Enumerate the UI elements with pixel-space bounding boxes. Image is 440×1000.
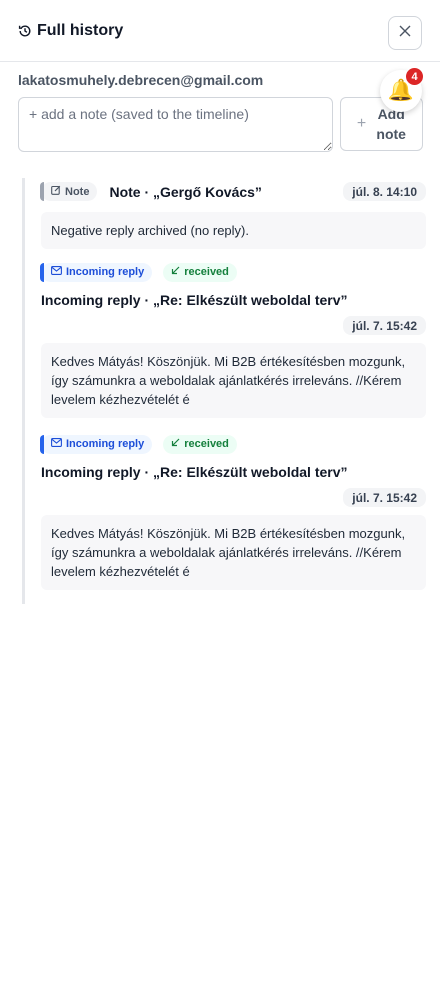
status-label: received [184,438,229,450]
arrow-down-left-icon [171,266,180,278]
close-button[interactable] [388,16,422,50]
entry-type-label: Incoming reply [66,266,145,278]
entry-body: Negative reply archived (no reply). [41,212,426,249]
entry-body: Kedves Mátyás! Köszönjük. Mi B2B értékes… [41,343,426,418]
panel-title: Full history [37,21,124,39]
timeline: Note Note · „Gergő Kovács” júl. 8. 14:10… [22,178,426,604]
mail-icon [51,266,62,278]
entry-date: júl. 7. 15:42 [343,316,426,335]
received-status-badge: received [163,262,237,282]
incoming-type-badge: Incoming reply [39,262,153,282]
history-icon [18,24,32,38]
close-icon [399,24,411,42]
entry-body: Kedves Mátyás! Köszönjük. Mi B2B értékes… [41,515,426,590]
notification-count-badge: 4 [405,67,424,86]
received-status-badge: received [163,434,237,454]
timeline-entry: Incoming reply received Incoming reply ·… [39,434,426,590]
entry-date: júl. 8. 14:10 [343,182,426,201]
mail-icon [51,438,62,450]
entry-date: júl. 7. 15:42 [343,488,426,507]
entry-type-label: Incoming reply [66,438,145,450]
arrow-down-left-icon [171,438,180,450]
timeline-entry: Note Note · „Gergő Kovács” júl. 8. 14:10… [39,181,426,249]
panel-header: Full history [0,0,440,62]
entry-type-label: Note [65,185,90,198]
entry-title: Note · „Gergő Kovács” [109,183,262,200]
contact-email: lakatosmuhely.debrecen@gmail.com [18,72,264,88]
note-input[interactable] [18,97,333,152]
timeline-entry: Incoming reply received Incoming reply ·… [39,262,426,418]
status-label: received [184,266,229,278]
plus-icon: + [356,115,367,132]
entry-title: Incoming reply · „Re: Elkészült weboldal… [41,464,348,480]
entry-title: Incoming reply · „Re: Elkészült weboldal… [41,292,348,308]
edit-icon [51,185,61,198]
incoming-type-badge: Incoming reply [39,434,153,454]
note-type-badge: Note [39,182,98,201]
